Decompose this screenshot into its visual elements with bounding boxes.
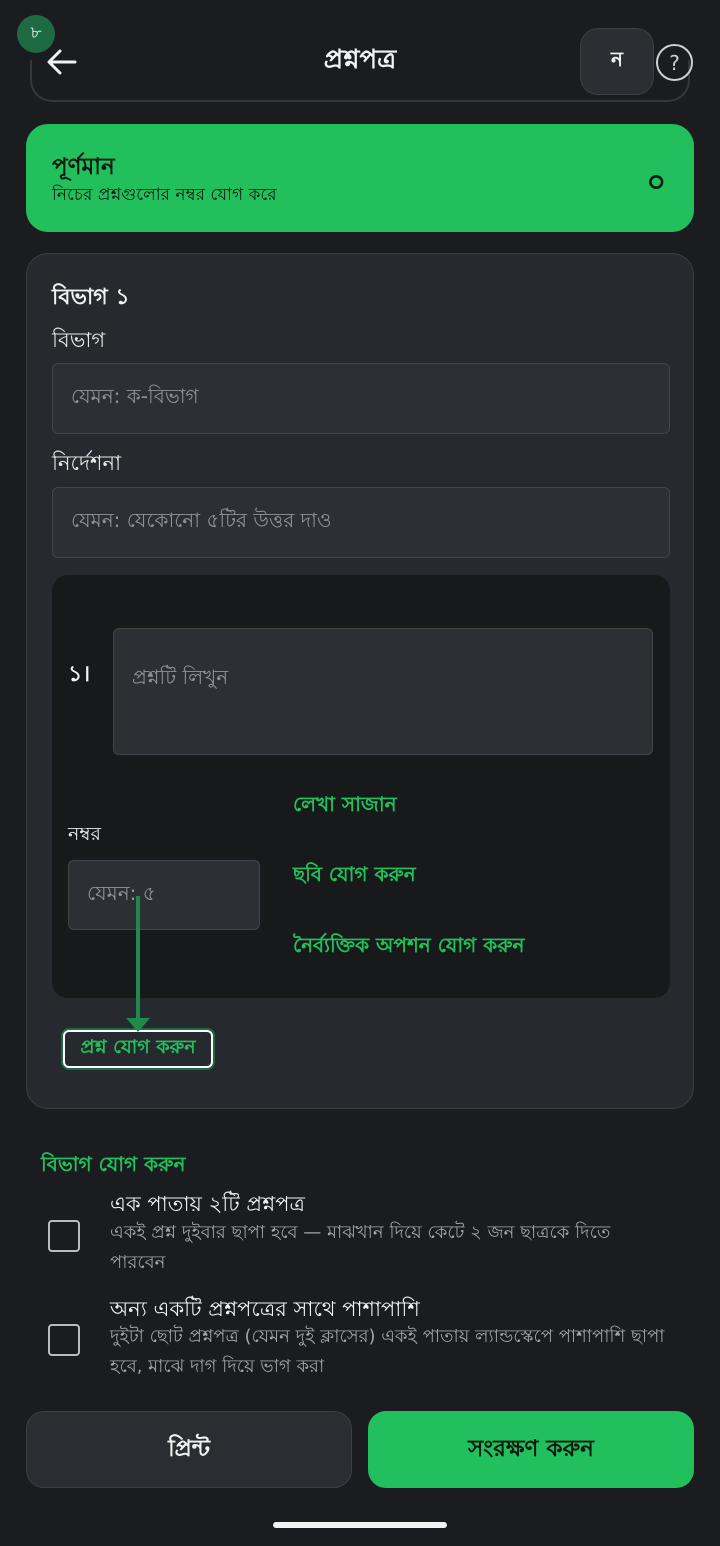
two-per-page-checkbox[interactable]	[48, 1220, 80, 1252]
add-mcq-option-link[interactable]: নৈর্ব্যক্তিক অপশন যোগ করুন	[293, 931, 524, 964]
section-name-placeholder: যেমন: ক-বিভাগ	[71, 384, 199, 408]
add-image-link[interactable]: ছবি যোগ করুন	[293, 860, 416, 893]
section-name-label: বিভাগ	[52, 328, 106, 352]
marks-placeholder: যেমন: ৫	[87, 880, 156, 905]
format-text-link[interactable]: লেখা সাজান	[293, 790, 397, 823]
section-card: বিভাগ ১ বিভাগ যেমন: ক-বিভাগ নির্দেশনা যে…	[26, 253, 694, 1109]
instruction-placeholder: যেমন: যেকোনো ৫টির উত্তর দাও	[71, 508, 332, 532]
print-button[interactable]: প্রিন্ট	[26, 1411, 352, 1488]
section-name-input[interactable]: যেমন: ক-বিভাগ	[52, 363, 670, 434]
instruction-input[interactable]: যেমন: যেকোনো ৫টির উত্তর দাও	[52, 487, 670, 558]
instruction-label: নির্দেশনা	[52, 451, 122, 475]
question-number: ১।	[68, 662, 91, 687]
guide-arrow-shaft	[136, 896, 140, 1022]
marks-input[interactable]: যেমন: ৫	[68, 860, 260, 930]
total-marks-card: পূর্ণমান নিচের প্রশ্নগুলোর নম্বর যোগ করে…	[26, 124, 694, 232]
marks-label: নম্বর	[68, 823, 101, 845]
section-title: বিভাগ ১	[52, 285, 130, 310]
help-button[interactable]: ?	[656, 44, 693, 81]
add-section-link[interactable]: বিভাগ যোগ করুন	[41, 1150, 185, 1183]
total-marks-subtitle: নিচের প্রশ্নগুলোর নম্বর যোগ করে	[52, 185, 277, 205]
question-placeholder: প্রশ্নটি লিখুন	[132, 665, 229, 689]
two-per-page-description: একই প্রশ্ন দুইবার ছাপা হবে — মাঝখান দিয়…	[110, 1222, 611, 1273]
side-by-side-checkbox[interactable]	[48, 1324, 80, 1356]
total-marks-value: ০	[646, 165, 666, 200]
guide-arrow-head-icon	[126, 1018, 150, 1032]
font-size-button[interactable]: ন	[580, 28, 654, 95]
side-by-side-description: দুইটা ছোট প্রশ্নপত্র (যেমন দুই ক্লাসের) …	[110, 1326, 665, 1377]
help-icon: ?	[669, 50, 680, 75]
save-button[interactable]: সংরক্ষণ করুন	[368, 1411, 694, 1488]
font-size-icon: ন	[611, 47, 623, 71]
home-indicator[interactable]	[273, 1522, 447, 1528]
question-input[interactable]: প্রশ্নটি লিখুন	[113, 628, 653, 755]
question-card: ১। প্রশ্নটি লিখুন লেখা সাজান নম্বর যেমন:…	[52, 575, 670, 998]
add-question-button[interactable]: প্রশ্ন যোগ করুন	[63, 1030, 213, 1068]
